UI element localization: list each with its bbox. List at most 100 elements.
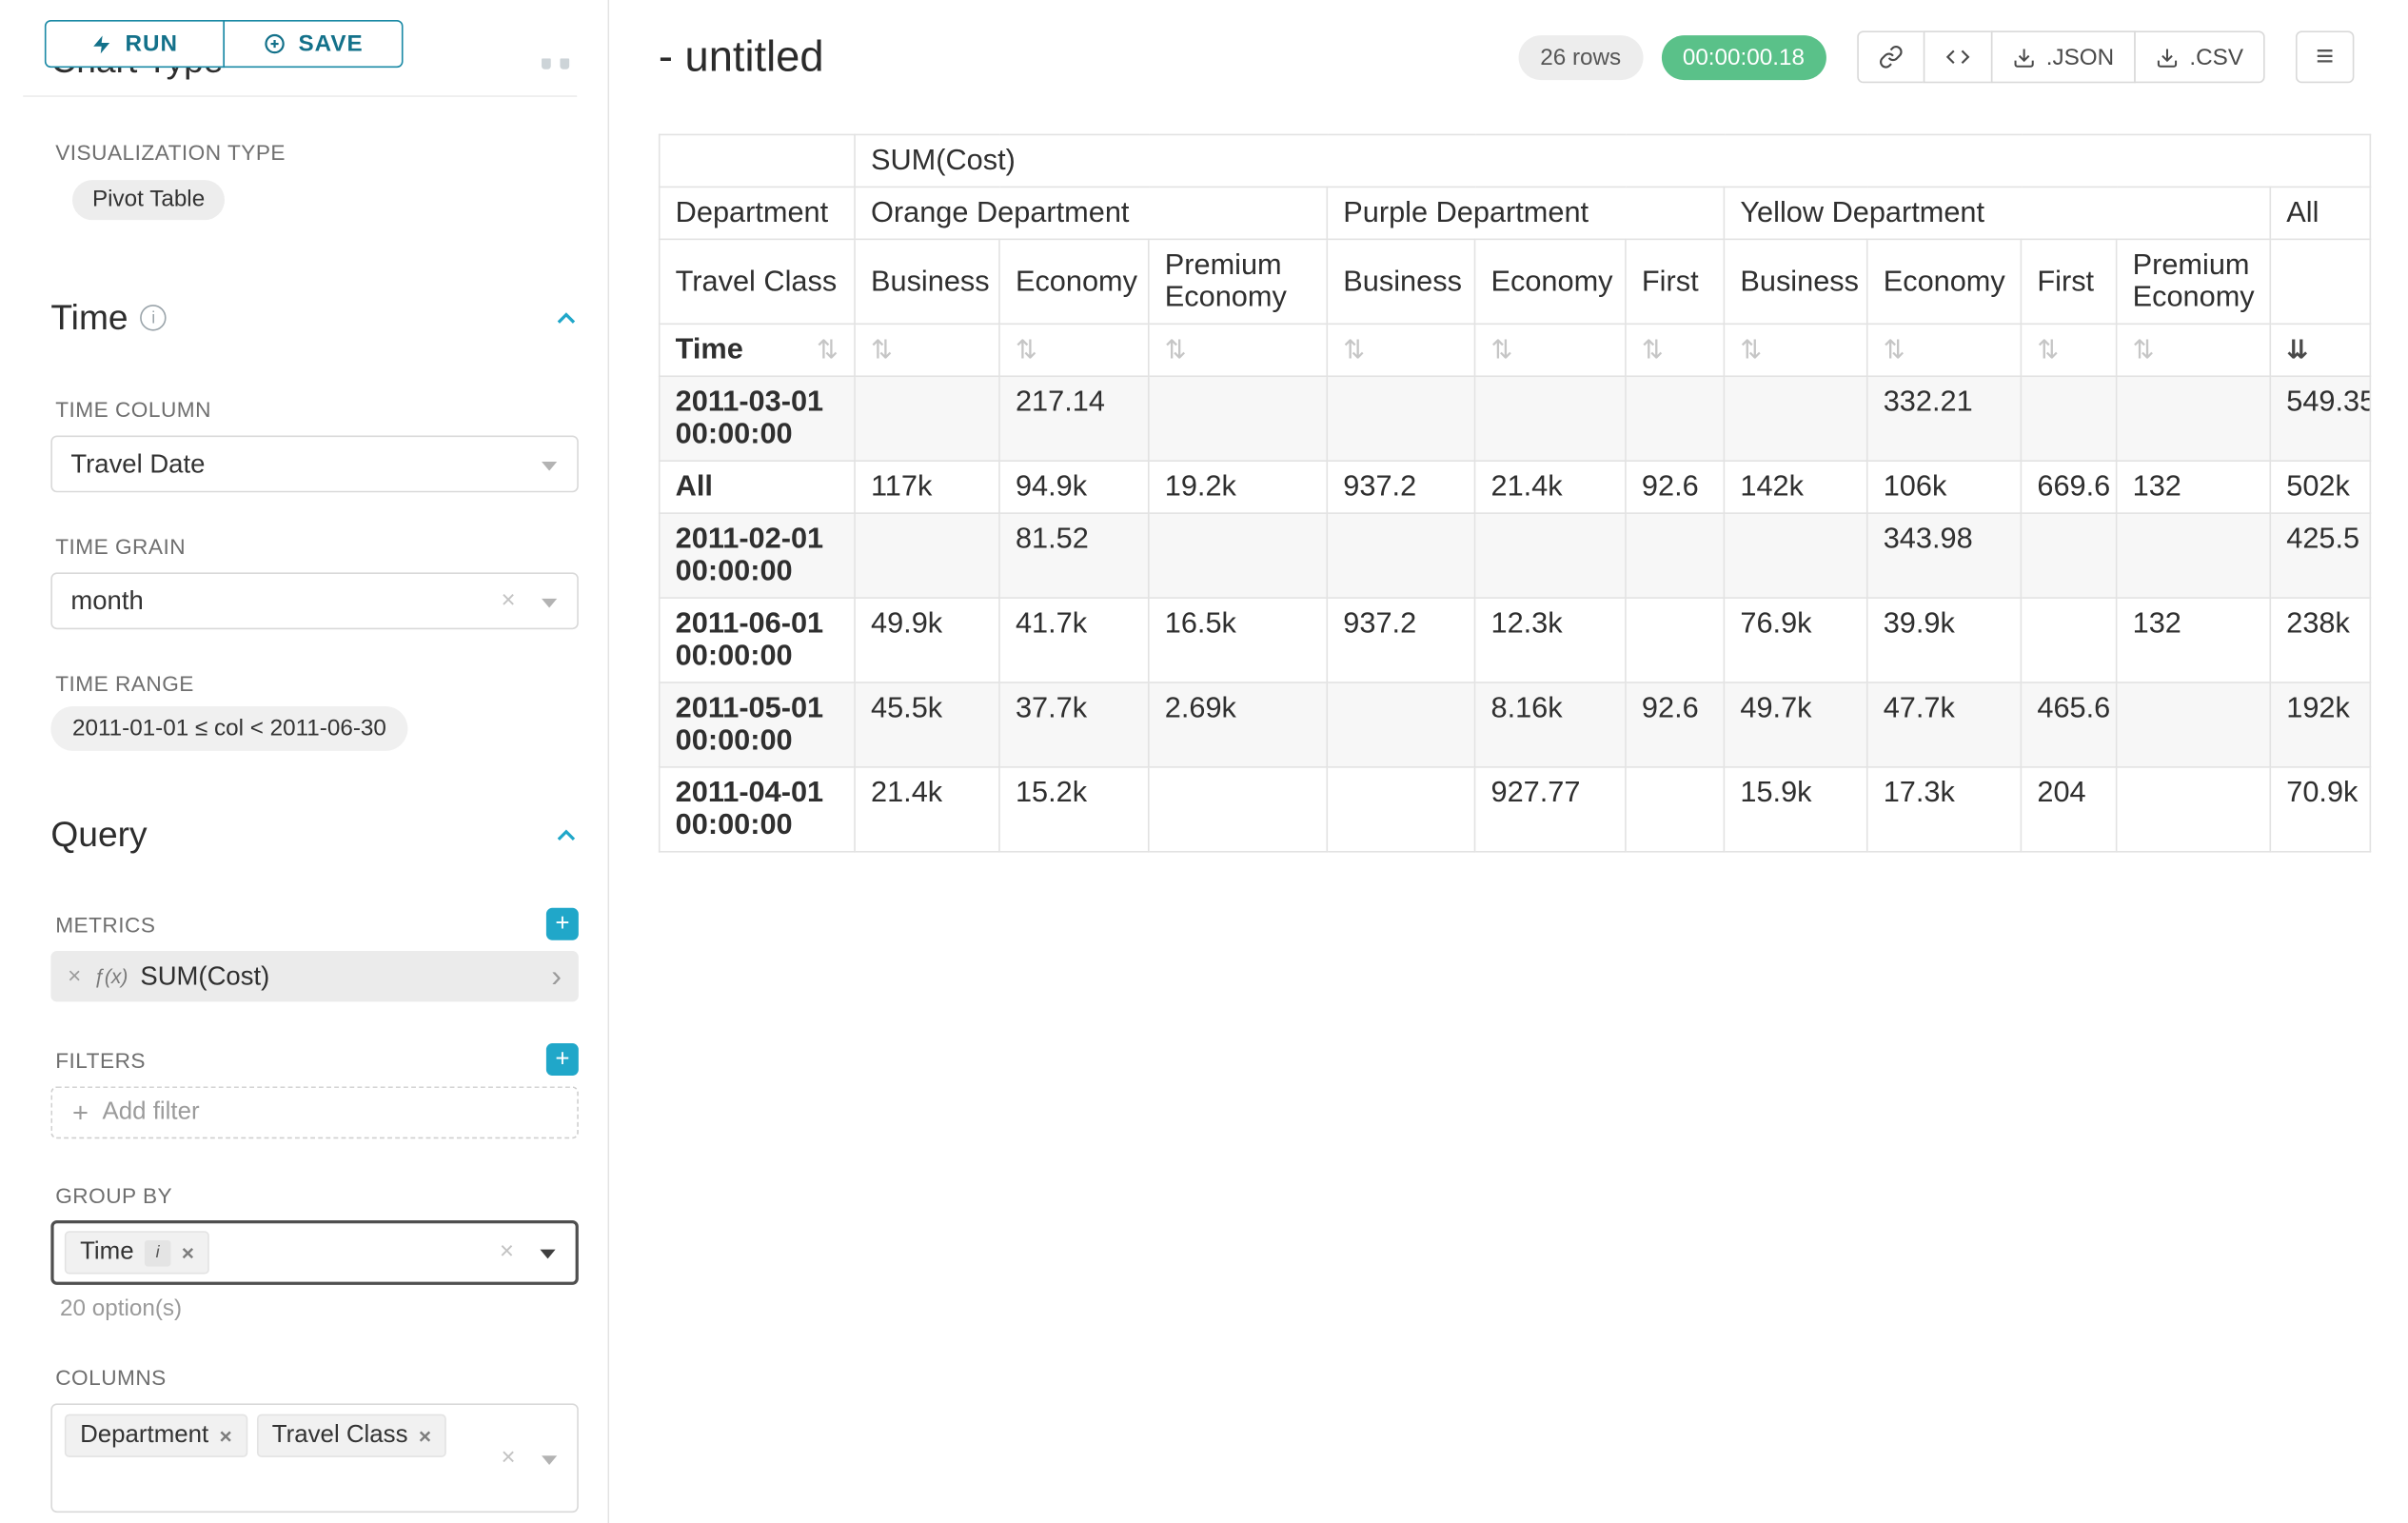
value-cell: 21.4k [855,767,999,852]
value-cell: 106k [1867,461,2022,513]
sort-cell: ⇊ [2270,324,2370,376]
time-grain-select[interactable]: month × [50,572,578,629]
sort-icon[interactable]: ⇅ [1490,335,1512,365]
chart-title[interactable]: - untitled [659,32,824,82]
sort-icon[interactable]: ⇅ [1642,335,1664,365]
value-cell [2117,767,2271,852]
sort-cell: ⇅ [1867,324,2022,376]
value-cell: 117k [855,461,999,513]
value-cell [1724,376,1866,461]
time-column-label: TIME COLUMN [55,397,579,422]
remove-metric-icon[interactable]: × [68,963,81,989]
value-cell [1327,513,1474,598]
dimension-chip[interactable]: Timei × [65,1231,209,1274]
sort-icon[interactable]: ⇅ [1016,335,1037,365]
chevron-up-icon[interactable] [554,822,579,847]
value-cell: 343.98 [1867,513,2022,598]
clear-icon[interactable]: × [500,1238,514,1266]
value-cell [1475,376,1626,461]
sort-icon[interactable]: ⇅ [1884,335,1905,365]
info-icon[interactable]: i [145,1239,170,1265]
value-cell [2021,513,2116,598]
export-button-group: .JSON .CSV [1857,30,2265,83]
clear-icon[interactable]: × [501,587,515,615]
visualization-type-value[interactable]: Pivot Table [72,180,225,220]
add-filter-dropzone[interactable]: + Add filter [50,1086,578,1138]
value-cell: 92.6 [1626,461,1724,513]
sort-cell: ⇅ [1475,324,1626,376]
export-csv-label: .CSV [2189,44,2243,69]
travel-class-header: Premium Economy [1149,239,1328,324]
value-cell [1626,376,1724,461]
caret-down-icon [542,1454,557,1464]
save-button[interactable]: SAVE [223,20,403,68]
sort-icon[interactable]: ⇅ [1740,335,1762,365]
time-section-title: Time [50,297,128,339]
chip-label: Time [80,1238,134,1266]
chip-remove-icon[interactable]: × [182,1242,194,1264]
value-cell: 2.69k [1149,682,1328,767]
sort-icon[interactable]: ⇅ [871,335,893,365]
run-button[interactable]: RUN [45,20,225,68]
sort-cell: ⇅ [1327,324,1474,376]
export-json-label: .JSON [2046,44,2114,69]
query-section-title: Query [50,814,147,856]
value-cell: 465.6 [2021,682,2116,767]
sort-icon[interactable]: ⇅ [2037,335,2059,365]
control-panel: Chart Type RUN SAVE VISUALIZATION TYPE P… [0,0,609,1523]
value-cell [2021,598,2116,682]
embed-code-button[interactable] [1923,30,1992,83]
sort-cell: ⇅ [2021,324,2116,376]
time-grain-value: month [70,585,143,616]
row-count-badge: 26 rows [1519,34,1643,79]
add-metric-button[interactable]: + [546,908,579,940]
metric-header: SUM(Cost) [855,134,2371,187]
value-cell: 132 [2117,461,2271,513]
sort-icon[interactable]: ⇅ [1165,335,1187,365]
clipped-icon [560,57,569,69]
value-cell [1626,513,1724,598]
dimension-chip[interactable]: Department× [65,1414,247,1457]
add-filter-button[interactable]: + [546,1043,579,1076]
group-by-select[interactable]: Timei × × [50,1220,578,1285]
row-header: 2011-02-01 00:00:00 [660,513,855,598]
value-cell [855,376,999,461]
sort-icon[interactable]: ⇅ [1343,335,1365,365]
chevron-up-icon[interactable] [554,306,579,330]
sort-descending-icon[interactable]: ⇊ [2286,335,2308,365]
pivot-table: SUM(Cost) Department Orange DepartmentPu… [659,134,2372,853]
metric-item[interactable]: × ƒ(x) SUM(Cost) › [50,951,578,1001]
travel-class-header: Business [1327,239,1474,324]
copy-link-button[interactable] [1857,30,1924,83]
value-cell: 217.14 [999,376,1149,461]
group-by-label: GROUP BY [55,1183,579,1208]
value-cell [2021,376,2116,461]
explore-view: Chart Type RUN SAVE VISUALIZATION TYPE P… [0,0,2408,1523]
time-range-value[interactable]: 2011-01-01 ≤ col < 2011-06-30 [50,706,407,751]
chip-label: Travel Class [272,1422,408,1450]
value-cell: 49.9k [855,598,999,682]
dimension-chip[interactable]: Travel Class × [257,1414,447,1457]
sort-icon[interactable]: ⇅ [817,334,839,366]
value-cell: 76.9k [1724,598,1866,682]
export-json-button[interactable]: .JSON [1991,30,2136,83]
travel-class-header: Economy [999,239,1149,324]
value-cell [1327,682,1474,767]
table-row: 2011-05-01 00:00:0045.5k37.7k2.69k8.16k9… [660,682,2371,767]
value-cell: 21.4k [1475,461,1626,513]
columns-select[interactable]: Department× Travel Class × × [50,1403,578,1513]
chip-remove-icon[interactable]: × [220,1425,232,1447]
link-icon [1879,45,1904,69]
value-cell [1724,513,1866,598]
export-csv-button[interactable]: .CSV [2134,30,2264,83]
department-header-row: Department Orange DepartmentPurple Depar… [660,187,2371,239]
sort-icon[interactable]: ⇅ [2133,335,2155,365]
more-options-button[interactable]: ≡ [2296,30,2354,83]
value-cell: 37.7k [999,682,1149,767]
value-cell: 45.5k [855,682,999,767]
table-row: All117k94.9k19.2k937.221.4k92.6142k106k6… [660,461,2371,513]
clear-icon[interactable]: × [501,1444,515,1472]
chip-remove-icon[interactable]: × [419,1425,431,1447]
info-icon[interactable]: i [141,305,167,330]
time-column-select[interactable]: Travel Date [50,435,578,492]
